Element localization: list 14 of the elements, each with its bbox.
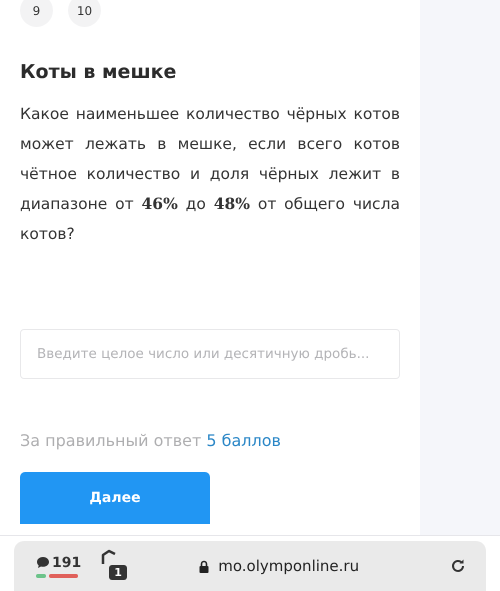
address-url[interactable]: mo.olymponline.ru bbox=[218, 557, 360, 575]
lock-icon bbox=[199, 560, 210, 572]
task-title: Коты в мешке bbox=[20, 60, 178, 84]
points-value: 5 баллов bbox=[206, 431, 281, 450]
reload-icon[interactable] bbox=[450, 558, 466, 574]
tab-count[interactable]: 1 bbox=[109, 565, 127, 580]
question-number[interactable]: 9 bbox=[20, 0, 53, 27]
comment-count[interactable]: 191 bbox=[52, 554, 82, 570]
answer-field[interactable]: Введите целое число или десятичную дробь... bbox=[20, 329, 400, 379]
question-number[interactable]: 10 bbox=[68, 0, 101, 27]
comment-icon[interactable] bbox=[36, 556, 50, 569]
task-text: Какое наименьшее количество чёрных котов может лежать в мешке, если всего котов чётное количество и доля чёрных лежит в диапазоне от 46% до 48% от общего числа котов? bbox=[20, 104, 400, 245]
rating-bar-icon bbox=[36, 574, 78, 578]
points-label: За правильный ответ bbox=[20, 431, 202, 450]
